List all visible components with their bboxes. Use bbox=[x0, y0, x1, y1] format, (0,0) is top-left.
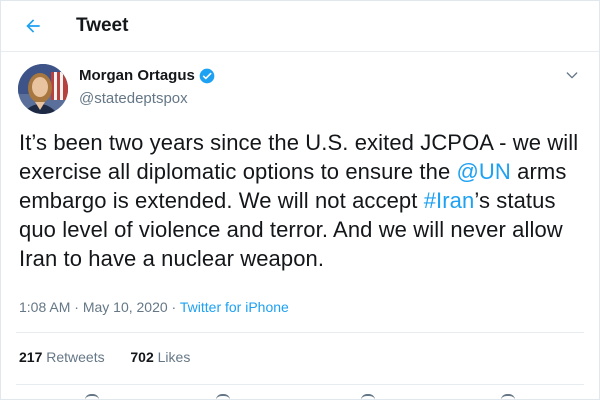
retweets-label: Retweets bbox=[46, 349, 105, 365]
author-handle[interactable]: @statedeptspox bbox=[79, 90, 188, 107]
chevron-down-icon[interactable] bbox=[564, 67, 580, 83]
header: Tweet bbox=[1, 1, 599, 52]
tweet-time[interactable]: 1:08 AM bbox=[19, 299, 70, 315]
tweet-stats: 217 Retweets 702 Likes bbox=[19, 349, 190, 365]
avatar-image bbox=[18, 64, 68, 114]
back-button[interactable] bbox=[19, 12, 47, 40]
reply-icon[interactable] bbox=[85, 394, 99, 399]
action-bar bbox=[1, 394, 599, 399]
tweet-date[interactable]: May 10, 2020 bbox=[83, 299, 168, 315]
divider bbox=[16, 384, 584, 385]
retweet-icon[interactable] bbox=[216, 394, 230, 399]
author-name[interactable]: Morgan Ortagus bbox=[79, 67, 195, 84]
likes-stat[interactable]: 702 Likes bbox=[130, 349, 190, 365]
likes-label: Likes bbox=[157, 349, 191, 365]
tweet-source-link[interactable]: Twitter for iPhone bbox=[180, 299, 289, 315]
meta-separator: · bbox=[70, 299, 83, 315]
hashtag-link[interactable]: #Iran bbox=[424, 188, 475, 213]
tweet-meta: 1:08 AM · May 10, 2020 · Twitter for iPh… bbox=[19, 299, 289, 315]
divider bbox=[16, 332, 584, 333]
page-title: Tweet bbox=[76, 15, 129, 36]
like-icon[interactable] bbox=[361, 394, 375, 399]
tweet-text: It’s been two years since the U.S. exite… bbox=[19, 128, 589, 273]
verified-badge-icon bbox=[199, 68, 215, 83]
likes-count: 702 bbox=[130, 349, 154, 365]
mention-link[interactable]: @UN bbox=[457, 159, 511, 184]
arrow-left-icon bbox=[26, 19, 40, 33]
retweets-count: 217 bbox=[19, 349, 43, 365]
retweets-stat[interactable]: 217 Retweets bbox=[19, 349, 105, 365]
author-name-row[interactable]: Morgan Ortagus bbox=[79, 67, 215, 84]
share-icon[interactable] bbox=[501, 394, 515, 399]
tweet-page: Tweet Morgan Ortagus @statedeptspox It’s… bbox=[0, 0, 600, 400]
meta-separator: · bbox=[167, 299, 180, 315]
avatar[interactable] bbox=[18, 64, 68, 114]
